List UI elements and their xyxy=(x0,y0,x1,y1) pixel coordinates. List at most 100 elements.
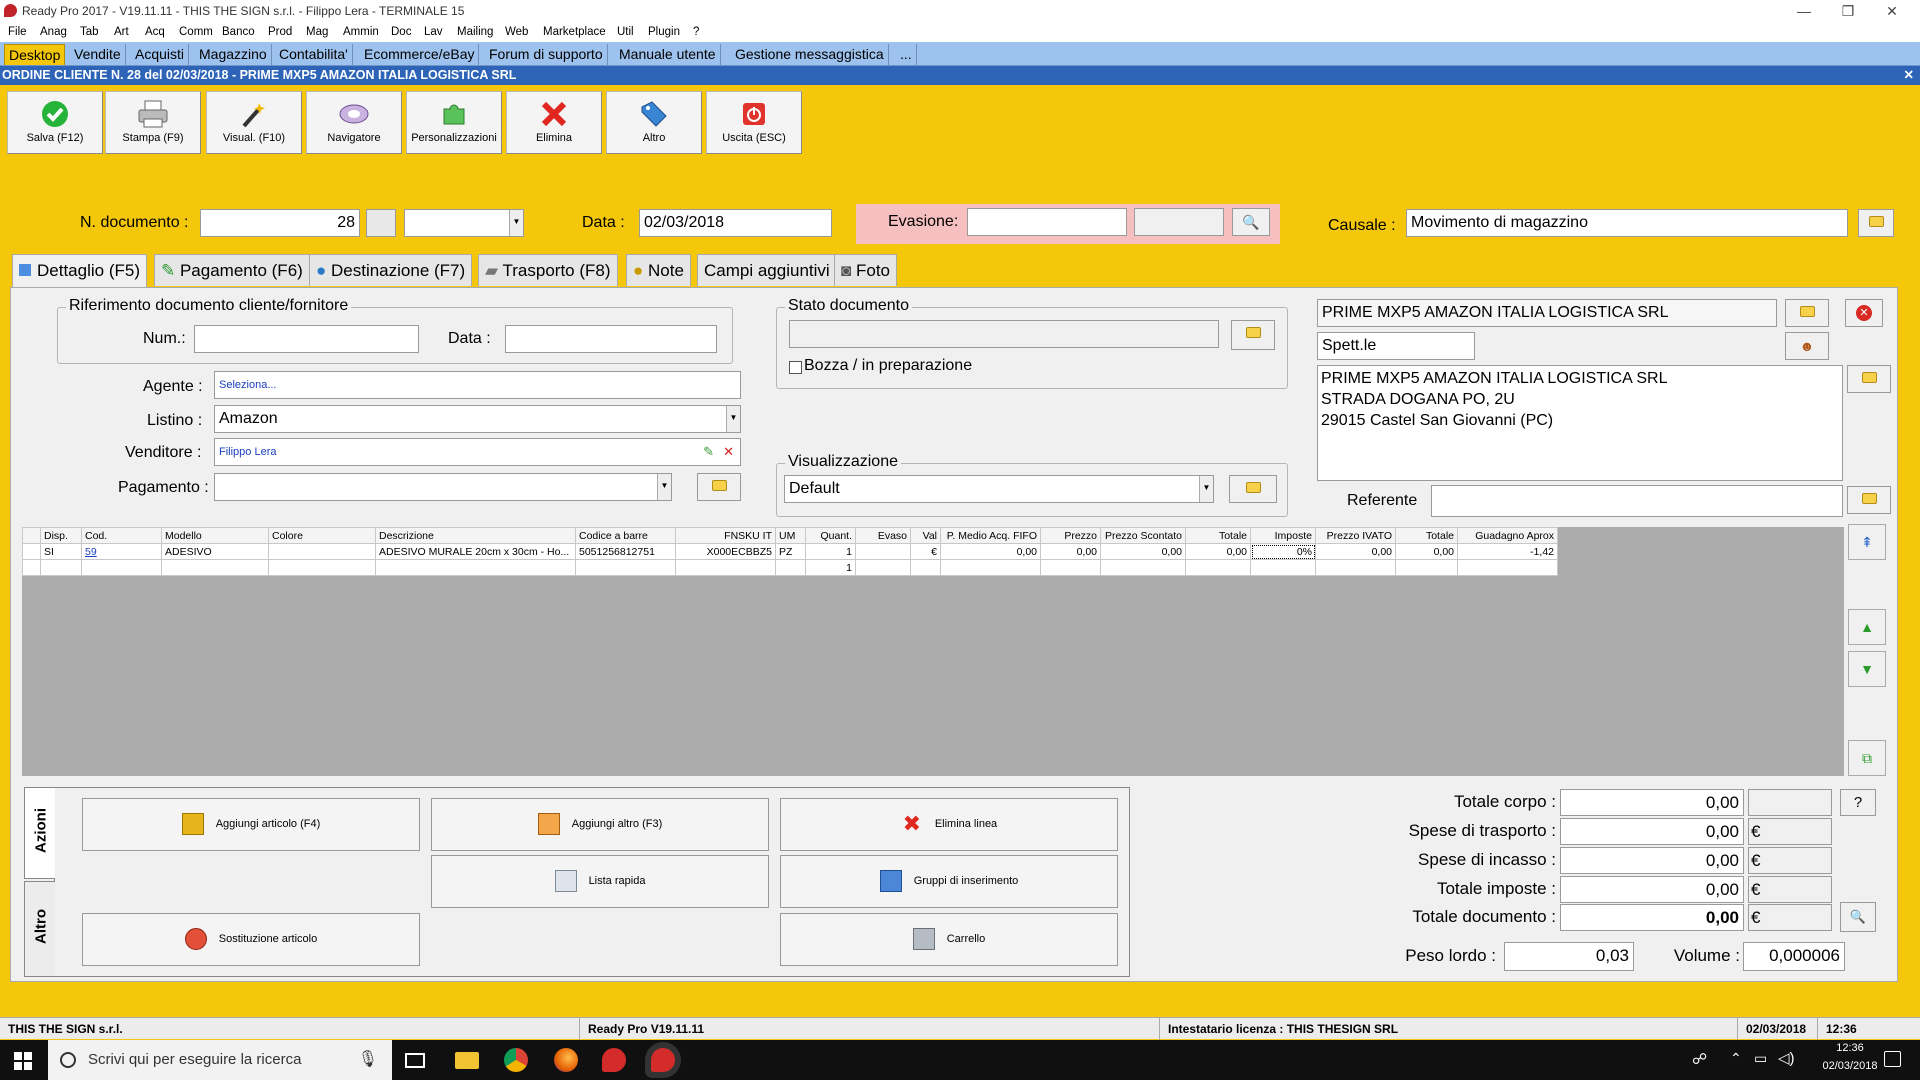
tab-dettaglio[interactable]: Dettaglio (F5) xyxy=(12,254,147,288)
tray-chevron-icon[interactable]: ⌃ xyxy=(1730,1050,1742,1067)
pencil-icon[interactable]: ✎ xyxy=(703,439,714,465)
cell-prezzo-ivato[interactable]: 0,00 xyxy=(1315,543,1396,560)
total-search-button[interactable]: 🔍 xyxy=(1840,902,1876,932)
visualizzazione-dropdown[interactable]: Default ▼ xyxy=(784,475,1214,503)
col-modello[interactable]: Modello xyxy=(161,527,269,544)
tab-altro[interactable]: Altro xyxy=(24,881,55,977)
cell-totale-ivato[interactable]: 0,00 xyxy=(1395,543,1458,560)
evasione-search-button[interactable]: 🔍 xyxy=(1232,208,1270,236)
delete-button[interactable]: Elimina xyxy=(506,91,602,154)
other-button[interactable]: Altro xyxy=(606,91,702,154)
clock-time[interactable]: 12:36 xyxy=(1818,1042,1882,1054)
tab-contabilita[interactable]: Contabilita' xyxy=(275,44,353,65)
tab-azioni[interactable]: Azioni xyxy=(24,787,55,879)
spese-incasso-field[interactable]: 0,00 xyxy=(1560,847,1744,874)
referente-field[interactable] xyxy=(1431,485,1843,517)
customer-clear-button[interactable]: ✕ xyxy=(1845,299,1883,327)
col-val[interactable]: Val xyxy=(910,527,941,544)
customizations-button[interactable]: Personalizzazioni xyxy=(406,91,502,154)
menu-help[interactable]: ? xyxy=(693,22,699,42)
task-view-icon[interactable] xyxy=(405,1053,425,1068)
menu-web[interactable]: Web xyxy=(505,22,528,42)
ndoc-field[interactable]: 28 xyxy=(200,209,360,237)
navigator-button[interactable]: Navigatore xyxy=(306,91,402,154)
col-evaso[interactable]: Evaso xyxy=(855,527,911,544)
col-prezzo-ivato[interactable]: Prezzo IVATO xyxy=(1315,527,1396,544)
tab-foto[interactable]: ◙ Foto xyxy=(834,254,898,286)
col-colore[interactable]: Colore xyxy=(268,527,376,544)
add-article-button[interactable]: Aggiungi articolo (F4) xyxy=(82,798,420,851)
data-field[interactable]: 02/03/2018 xyxy=(639,209,832,237)
cell-quant[interactable]: 1 xyxy=(805,559,856,576)
tab-magazzino[interactable]: Magazzino xyxy=(195,44,272,65)
pagamento-dropdown[interactable]: ▼ xyxy=(214,473,672,501)
cell-colore[interactable] xyxy=(268,543,376,560)
menu-marketplace[interactable]: Marketplace xyxy=(543,22,606,42)
restore-icon[interactable]: ❐ xyxy=(1826,0,1870,22)
windows-start-icon[interactable] xyxy=(14,1052,32,1070)
customer-browse-button[interactable] xyxy=(1785,299,1829,327)
delete-line-button[interactable]: ✖ Elimina linea xyxy=(780,798,1118,851)
col-quant[interactable]: Quant. xyxy=(805,527,856,544)
readypro-active-icon[interactable] xyxy=(651,1048,675,1072)
salutation-field[interactable]: Spett.le xyxy=(1317,332,1475,360)
agente-field[interactable]: Seleziona... xyxy=(214,371,741,399)
customer-address-box[interactable]: PRIME MXP5 AMAZON ITALIA LOGISTICA SRL S… xyxy=(1317,365,1843,481)
cell-prezzo[interactable]: 0,00 xyxy=(1040,543,1101,560)
tab-desktop[interactable]: Desktop xyxy=(4,44,66,65)
col-imposte[interactable]: Imposte xyxy=(1250,527,1316,544)
help-button[interactable]: ? xyxy=(1840,789,1876,816)
tab-manuale[interactable]: Manuale utente xyxy=(615,44,721,65)
chrome-icon[interactable] xyxy=(504,1048,528,1072)
network-icon[interactable]: ▭ xyxy=(1754,1050,1767,1067)
cell-p-medio[interactable]: 0,00 xyxy=(940,543,1041,560)
volume-field[interactable]: 0,000006 xyxy=(1743,942,1845,971)
tab-campi-aggiuntivi[interactable]: Campi aggiuntivi xyxy=(697,254,837,286)
table-row[interactable]: 1 xyxy=(22,559,1558,576)
ndoc-series-dropdown[interactable]: ▼ xyxy=(404,209,524,237)
people-icon[interactable]: ☍ xyxy=(1692,1050,1707,1068)
taskbar-search-input[interactable]: Scrivi qui per eseguire la ricerca 🎙 xyxy=(48,1040,392,1080)
col-descrizione[interactable]: Descrizione xyxy=(375,527,576,544)
tab-vendite[interactable]: Vendite xyxy=(70,44,126,65)
menu-plugin[interactable]: Plugin xyxy=(648,22,680,42)
evasione-extra-field[interactable] xyxy=(1134,208,1224,236)
ref-data-field[interactable] xyxy=(505,325,717,353)
file-explorer-icon[interactable] xyxy=(455,1052,479,1069)
tab-pagamento[interactable]: ✎ Pagamento (F6) xyxy=(154,254,310,286)
cell-guadagno[interactable]: -1,42 xyxy=(1457,543,1558,560)
menu-doc[interactable]: Doc xyxy=(391,22,411,42)
bozza-checkbox[interactable] xyxy=(789,361,802,374)
cell-cod[interactable]: 59 xyxy=(81,543,162,560)
venditore-field[interactable]: Filippo Lera ✎ ✕ xyxy=(214,438,741,466)
cell-disp[interactable]: SI xyxy=(40,543,82,560)
move-down-button[interactable]: ▼ xyxy=(1848,651,1886,687)
menu-acq[interactable]: Acq xyxy=(145,22,165,42)
insert-groups-button[interactable]: Gruppi di inserimento xyxy=(780,855,1118,908)
col-p-medio[interactable]: P. Medio Acq. FIFO xyxy=(940,527,1041,544)
causale-browse-button[interactable] xyxy=(1858,209,1894,237)
col-totale-ivato[interactable]: Totale xyxy=(1395,527,1458,544)
col-prezzo-scontato[interactable]: Prezzo Scontato xyxy=(1100,527,1186,544)
menu-comm[interactable]: Comm xyxy=(179,22,213,42)
tab-more[interactable]: ... xyxy=(896,44,917,65)
pagamento-browse-button[interactable] xyxy=(697,473,741,501)
preview-button[interactable]: Visual. (F10) xyxy=(206,91,302,154)
cell-fnsku[interactable]: X000ECBBZ5 xyxy=(675,543,776,560)
col-disp[interactable]: Disp. xyxy=(40,527,82,544)
menu-util[interactable]: Util xyxy=(617,22,634,42)
stato-browse-button[interactable] xyxy=(1231,320,1275,350)
menu-file[interactable]: File xyxy=(8,22,27,42)
strawberry-app-icon[interactable] xyxy=(602,1048,626,1072)
col-barcode[interactable]: Codice a barre xyxy=(575,527,676,544)
remove-icon[interactable]: ✕ xyxy=(723,439,734,465)
stato-field[interactable] xyxy=(789,320,1219,348)
tab-note[interactable]: ● Note xyxy=(626,254,691,286)
tab-trasporto[interactable]: ▰ Trasporto (F8) xyxy=(478,254,618,286)
tab-ecommerce[interactable]: Ecommerce/eBay xyxy=(360,44,480,65)
tab-forum[interactable]: Forum di supporto xyxy=(485,44,608,65)
table-row[interactable]: SI 59 ADESIVO ADESIVO MURALE 20cm x 30cm… xyxy=(22,543,1558,560)
ref-num-field[interactable] xyxy=(194,325,419,353)
col-totale[interactable]: Totale xyxy=(1185,527,1251,544)
move-up-button[interactable]: ▲ xyxy=(1848,609,1886,645)
